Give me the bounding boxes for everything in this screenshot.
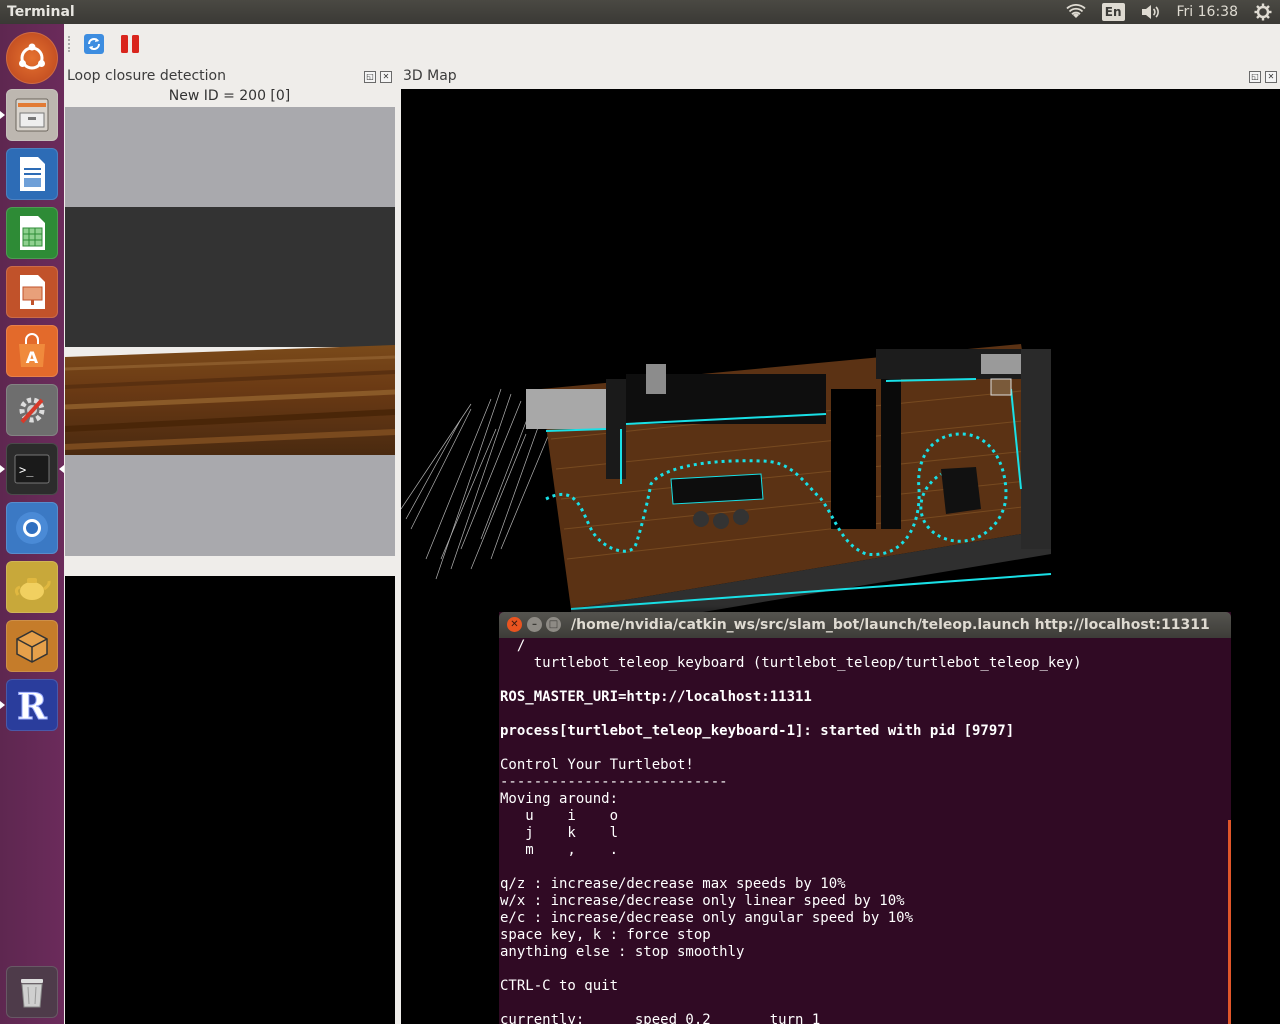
- loop-status-text: New ID = 200 [0]: [168, 88, 291, 104]
- cube-icon[interactable]: [6, 620, 58, 672]
- refresh-icon[interactable]: [82, 32, 106, 56]
- terminal-output[interactable]: / turtlebot_teleop_keyboard (turtlebot_t…: [500, 638, 1228, 1024]
- terminal-line: ROS_MASTER_URI=http://localhost:11311: [500, 689, 812, 705]
- close-dock-button[interactable]: ✕: [380, 71, 392, 83]
- system-tray: En Fri 16:38: [1058, 0, 1280, 24]
- svg-text:A: A: [26, 348, 39, 367]
- active-app-title: Terminal: [7, 4, 75, 20]
- terminal-title: /home/nvidia/catkin_ws/src/slam_bot/laun…: [571, 617, 1210, 633]
- map-wall: [526, 389, 606, 429]
- terminal-line: process[turtlebot_teleop_keyboard-1]: st…: [500, 723, 1015, 739]
- float-dock-button[interactable]: ◱: [1249, 71, 1261, 83]
- terminal-window[interactable]: ✕ – □ /home/nvidia/catkin_ws/src/slam_bo…: [499, 612, 1231, 1024]
- loop-panel-divider: [65, 556, 395, 576]
- terminal-line: Control Your Turtlebot!: [500, 757, 694, 773]
- terminal-line: j k l: [500, 825, 619, 841]
- toolbar-handle[interactable]: [68, 36, 73, 52]
- terminal-line: space key, k : force stop: [500, 927, 711, 943]
- settings-gear-icon[interactable]: [1254, 3, 1272, 21]
- terminal-line: m , .: [500, 842, 619, 858]
- wifi-icon[interactable]: [1066, 4, 1086, 20]
- terminal-line: Moving around:: [500, 791, 619, 807]
- svg-text:R: R: [17, 686, 48, 725]
- terminal-line: turtlebot_teleop_keyboard (turtlebot_tel…: [500, 655, 1082, 671]
- 3d-map-panel-title: 3D Map: [403, 68, 457, 84]
- terminal-titlebar[interactable]: ✕ – □ /home/nvidia/catkin_ws/src/slam_bo…: [499, 612, 1231, 638]
- maximize-window-button[interactable]: □: [546, 617, 561, 632]
- settings-wrench-icon[interactable]: [6, 384, 58, 436]
- close-window-button[interactable]: ✕: [507, 617, 522, 632]
- file-cabinet-icon[interactable]: [0, 89, 58, 141]
- loop-secondary-view: [65, 576, 395, 1024]
- impress-presentation-icon[interactable]: [6, 266, 58, 318]
- terminal-line: ---------------------------: [500, 774, 728, 790]
- calc-spreadsheet-icon[interactable]: [6, 207, 58, 259]
- top-panel: Terminal En Fri 16:38: [0, 0, 1280, 24]
- minimize-window-button[interactable]: –: [527, 617, 542, 632]
- terminal-line: /: [500, 638, 526, 654]
- terminal-line: w/x : increase/decrease only linear spee…: [500, 893, 905, 909]
- terminal-line: u i o: [500, 808, 619, 824]
- toolbar: [64, 24, 1280, 64]
- loop-closure-panel-title: Loop closure detection: [67, 68, 226, 84]
- close-dock-button[interactable]: ✕: [1265, 71, 1277, 83]
- r-logo-icon[interactable]: R: [0, 679, 58, 731]
- keyboard-layout-indicator[interactable]: En: [1101, 3, 1125, 21]
- terminal-line: anything else : stop smoothly: [500, 944, 745, 960]
- pause-icon[interactable]: [118, 32, 142, 56]
- chromium-icon[interactable]: [6, 502, 58, 554]
- terminal-scrollbar[interactable]: [1228, 820, 1231, 1024]
- loop-camera-image: [65, 107, 395, 556]
- terminal-line: e/c : increase/decrease only angular spe…: [500, 910, 914, 926]
- writer-document-icon[interactable]: [6, 148, 58, 200]
- map-dock-controls: ◱ ✕: [1249, 71, 1277, 83]
- teapot-icon[interactable]: [6, 561, 58, 613]
- shopping-bag-icon[interactable]: A: [6, 325, 58, 377]
- terminal-line: CTRL-C to quit: [500, 978, 619, 994]
- terminal-line: currently: speed 0.2 turn 1: [500, 1012, 821, 1024]
- trash-icon[interactable]: [6, 966, 58, 1018]
- clock[interactable]: Fri 16:38: [1177, 0, 1238, 24]
- volume-icon[interactable]: [1141, 4, 1161, 20]
- keyboard-layout-label: En: [1101, 3, 1125, 21]
- svg-text:>_: >_: [19, 463, 34, 477]
- ubuntu-logo-icon[interactable]: [6, 32, 58, 84]
- unity-launcher: A >_ R: [0, 24, 65, 1024]
- loop-dock-controls: ◱ ✕: [364, 71, 392, 83]
- terminal-icon[interactable]: >_: [0, 443, 64, 495]
- float-dock-button[interactable]: ◱: [364, 71, 376, 83]
- terminal-line: q/z : increase/decrease max speeds by 10…: [500, 876, 846, 892]
